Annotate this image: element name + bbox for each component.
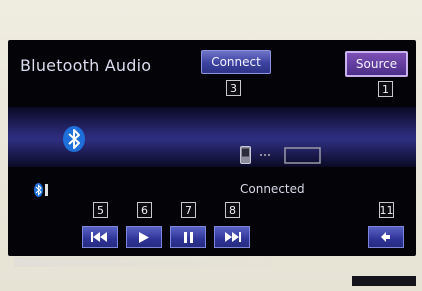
pause-button[interactable]: [170, 226, 206, 248]
speaker-icon: [381, 232, 390, 242]
bluetooth-status-icon: [34, 183, 43, 197]
next-track-button[interactable]: [214, 226, 250, 248]
callout-volume: 11: [379, 202, 394, 218]
skip-back-icon: [91, 232, 107, 242]
link-icon: [260, 154, 272, 156]
volume-button[interactable]: [368, 226, 404, 248]
callout-pause: 7: [181, 202, 196, 218]
connect-button[interactable]: Connect: [201, 50, 271, 74]
signal-icon: [45, 184, 48, 196]
callout-prev: 5: [93, 202, 108, 218]
screen-reflection: [14, 257, 274, 267]
play-button[interactable]: [126, 226, 162, 248]
audio-screen: Bluetooth Audio Connect Source 3 1 Conne…: [8, 40, 416, 256]
source-button[interactable]: Source: [345, 51, 408, 77]
play-icon: [139, 231, 149, 243]
page-title: Bluetooth Audio: [20, 56, 152, 75]
pause-icon: [183, 231, 193, 243]
skip-forward-icon: [225, 232, 241, 242]
phone-icon: [240, 146, 251, 164]
callout-play: 6: [137, 202, 152, 218]
callout-next: 8: [225, 202, 240, 218]
bluetooth-icon: [63, 126, 85, 152]
callout-source: 1: [378, 81, 393, 97]
previous-track-button[interactable]: [82, 226, 118, 248]
callout-connect: 3: [226, 80, 241, 96]
car-unit-icon: [284, 147, 321, 164]
figure-tag: [352, 276, 416, 286]
connection-status: Connected: [240, 182, 305, 196]
